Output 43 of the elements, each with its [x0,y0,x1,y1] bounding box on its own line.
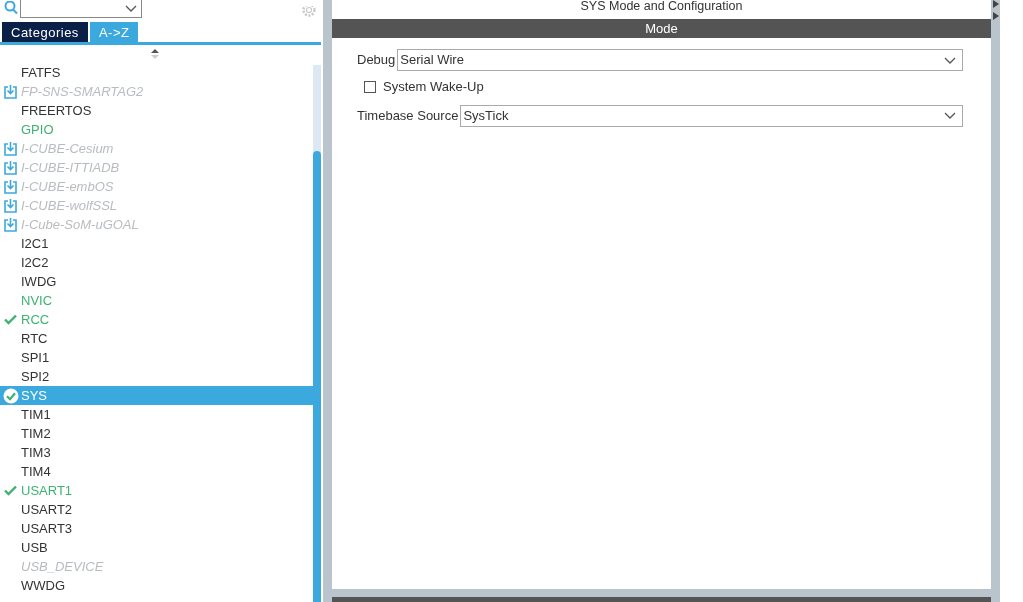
component-item[interactable]: SPI2 [0,367,313,386]
download-icon [4,179,17,194]
component-item[interactable]: IWDG [0,272,313,291]
component-item[interactable]: WWDG [0,576,313,595]
caret-icon [125,5,137,12]
component-item[interactable]: TIM4 [0,462,313,481]
dropdown-field[interactable]: Serial Wire [397,49,963,71]
field-label: Debug [357,51,396,70]
component-item[interactable]: I2C1 [0,234,313,253]
component-item[interactable]: USB [0,538,313,557]
component-item[interactable]: TIM2 [0,424,313,443]
settings-icon[interactable] [301,6,317,18]
component-item[interactable]: FATFS [0,63,313,82]
download-icon [4,160,17,175]
component-item[interactable]: USART2 [0,500,313,519]
download-icon [4,217,17,232]
scrollbar-thumb[interactable] [313,151,321,602]
panel-title: SYS Mode and Configuration [332,0,991,19]
component-item[interactable]: RTC [0,329,313,348]
scroll-up-icon[interactable] [150,48,160,60]
caret-icon [944,56,956,64]
collapse-arrow-icon[interactable] [991,0,1000,22]
search-icon[interactable] [4,1,18,15]
download-icon [4,198,17,213]
component-item[interactable]: FREERTOS [0,101,313,120]
caret-icon [944,112,956,119]
component-item[interactable]: I2C2 [0,253,313,272]
dropdown-field[interactable]: SysTick [460,104,963,127]
section-header: Mode [332,19,991,38]
download-icon [4,141,17,156]
component-item[interactable]: USART3 [0,519,313,538]
check-circle-icon [2,387,19,404]
tab[interactable]: Categories [2,22,88,42]
field-label: Timebase Source [357,106,459,125]
checkbox[interactable] [364,80,376,93]
component-item[interactable]: TIM1 [0,405,313,424]
component-item[interactable]: SPI1 [0,348,313,367]
check-icon [4,314,17,325]
download-icon [4,84,17,99]
search-combo-box[interactable] [20,0,142,18]
check-icon [4,485,17,496]
checkbox-label: System Wake-Up [383,78,484,96]
component-item[interactable]: TIM3 [0,443,313,462]
